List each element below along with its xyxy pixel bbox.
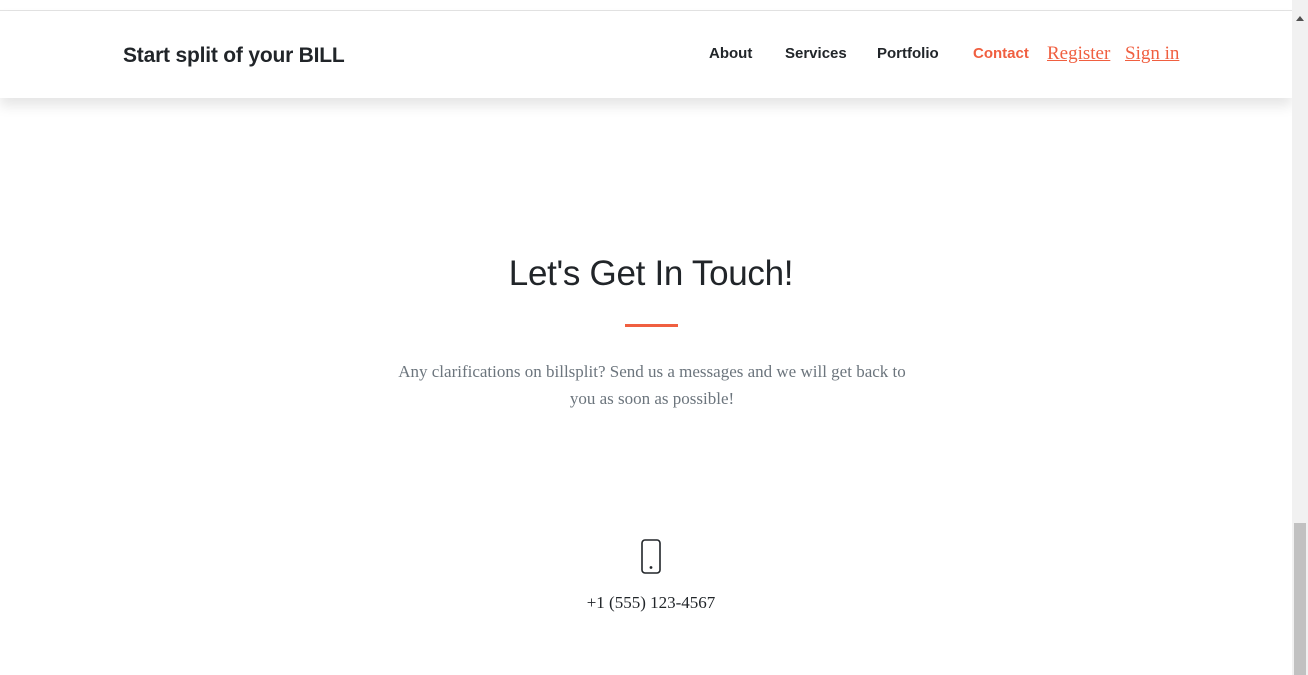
heading-divider <box>625 324 678 327</box>
vertical-scrollbar[interactable] <box>1292 0 1308 675</box>
brand-title[interactable]: Start split of your BILL <box>123 44 345 68</box>
nav-link-about[interactable]: About <box>709 44 752 64</box>
register-link[interactable]: Register <box>1047 42 1110 66</box>
contact-heading: Let's Get In Touch! <box>508 254 794 293</box>
page: Start split of your BILL About Services … <box>0 0 1292 675</box>
nav-link-services[interactable]: Services <box>785 44 847 64</box>
scrollbar-thumb[interactable] <box>1294 523 1306 675</box>
scroll-up-arrow-icon[interactable] <box>1296 16 1304 21</box>
phone-number: +1 (555) 123-4567 <box>586 593 716 612</box>
nav-link-contact[interactable]: Contact <box>973 44 1029 64</box>
mobile-phone-icon <box>641 539 661 574</box>
contact-lead-text: Any clarifications on billsplit? Send us… <box>398 362 906 408</box>
sign-in-link[interactable]: Sign in <box>1125 42 1179 66</box>
navbar: Start split of your BILL About Services … <box>0 11 1292 98</box>
nav-link-portfolio[interactable]: Portfolio <box>877 44 939 64</box>
